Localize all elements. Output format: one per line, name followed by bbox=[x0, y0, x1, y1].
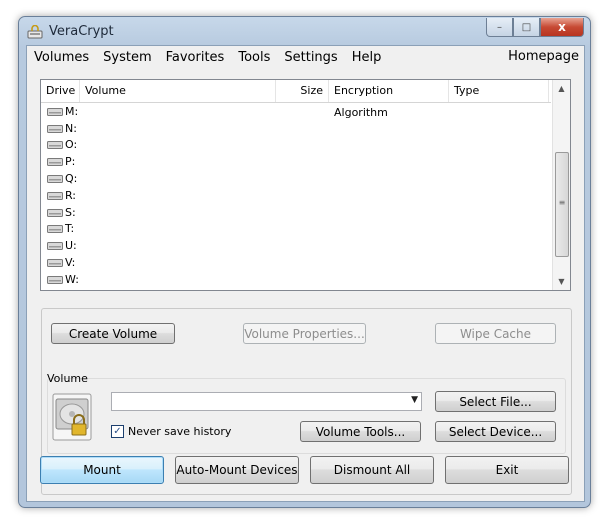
title-bar[interactable]: VeraCrypt – □ x bbox=[19, 17, 590, 45]
table-row[interactable]: O: bbox=[41, 137, 79, 154]
select-file-button[interactable]: Select File... bbox=[435, 391, 556, 412]
menu-tools[interactable]: Tools bbox=[231, 50, 277, 65]
table-row[interactable]: R: bbox=[41, 187, 79, 204]
window-title: VeraCrypt bbox=[49, 24, 114, 39]
chevron-down-icon[interactable]: ▼ bbox=[553, 273, 570, 290]
maximize-icon: □ bbox=[521, 21, 532, 33]
drive-icon bbox=[47, 208, 63, 217]
drive-icon bbox=[47, 275, 63, 284]
minimize-button[interactable]: – bbox=[486, 18, 513, 37]
drive-letter: S: bbox=[65, 205, 76, 219]
volume-group-label: Volume bbox=[47, 372, 88, 385]
never-save-history-option[interactable]: ✓ Never save history bbox=[111, 425, 231, 438]
never-save-history-label: Never save history bbox=[128, 425, 232, 438]
column-size[interactable]: Size bbox=[276, 80, 329, 102]
column-type[interactable]: Type bbox=[449, 80, 549, 102]
drive-letter: W: bbox=[65, 272, 79, 286]
drive-icon bbox=[47, 107, 63, 116]
volume-tools-button[interactable]: Volume Tools... bbox=[300, 421, 421, 442]
main-window: VeraCrypt – □ x Volumes System Favorites… bbox=[18, 16, 591, 508]
drive-icon bbox=[47, 124, 63, 133]
drive-letter: Q: bbox=[65, 172, 78, 186]
select-device-button[interactable]: Select Device... bbox=[435, 421, 556, 442]
scrollbar-thumb[interactable]: ≡ bbox=[555, 152, 569, 257]
veracrypt-app-icon bbox=[27, 25, 43, 39]
client-area: Volumes System Favorites Tools Settings … bbox=[26, 45, 585, 502]
menu-system[interactable]: System bbox=[96, 50, 158, 65]
table-row[interactable]: M: bbox=[41, 103, 79, 120]
drive-letter: U: bbox=[65, 239, 77, 253]
column-drive[interactable]: Drive bbox=[41, 80, 80, 102]
volume-properties-button[interactable]: Volume Properties... bbox=[243, 323, 366, 344]
drive-icon bbox=[47, 158, 63, 167]
close-button[interactable]: x bbox=[540, 18, 584, 37]
menu-settings[interactable]: Settings bbox=[277, 50, 344, 65]
chevron-up-icon[interactable]: ▲ bbox=[553, 80, 570, 97]
volume-frame bbox=[47, 378, 566, 454]
dismount-all-button[interactable]: Dismount All bbox=[310, 456, 434, 484]
drive-icon bbox=[47, 242, 63, 251]
drive-letter: M: bbox=[65, 104, 79, 118]
close-icon: x bbox=[558, 20, 566, 34]
table-row[interactable]: U: bbox=[41, 237, 79, 254]
drive-letter: N: bbox=[65, 121, 77, 135]
exit-button[interactable]: Exit bbox=[445, 456, 569, 484]
menu-homepage[interactable]: Homepage bbox=[508, 49, 579, 64]
drive-letter: V: bbox=[65, 256, 76, 270]
drive-rows: M: N: O: P: Q: R: S: T: U: V: W: bbox=[41, 103, 79, 288]
menu-bar: Volumes System Favorites Tools Settings … bbox=[27, 46, 584, 68]
drive-letter: T: bbox=[65, 222, 75, 236]
drive-letter: R: bbox=[65, 188, 77, 202]
column-volume[interactable]: Volume bbox=[80, 80, 276, 102]
drive-letter: P: bbox=[65, 155, 76, 169]
drive-letter: O: bbox=[65, 138, 78, 152]
table-row[interactable]: W: bbox=[41, 271, 79, 288]
drive-list[interactable]: Drive Volume Size Encryption Algorithm T… bbox=[40, 79, 571, 291]
chevron-down-icon[interactable]: ▼ bbox=[411, 395, 418, 405]
menu-favorites[interactable]: Favorites bbox=[159, 50, 232, 65]
table-row[interactable]: N: bbox=[41, 120, 79, 137]
never-save-history-checkbox[interactable]: ✓ bbox=[111, 425, 124, 438]
table-row[interactable]: S: bbox=[41, 204, 79, 221]
window-controls: – □ x bbox=[486, 18, 584, 37]
table-row[interactable]: T: bbox=[41, 221, 79, 238]
table-row[interactable]: V: bbox=[41, 254, 79, 271]
drive-icon bbox=[47, 259, 63, 268]
drive-icon bbox=[47, 225, 63, 234]
drive-icon bbox=[47, 175, 63, 184]
list-header: Drive Volume Size Encryption Algorithm T… bbox=[41, 80, 551, 119]
drive-icon bbox=[47, 191, 63, 200]
menu-help[interactable]: Help bbox=[345, 50, 389, 65]
menu-volumes[interactable]: Volumes bbox=[27, 50, 96, 65]
table-row[interactable]: Q: bbox=[41, 170, 79, 187]
wipe-cache-button[interactable]: Wipe Cache bbox=[435, 323, 556, 344]
disk-lock-icon bbox=[52, 393, 92, 441]
column-encryption-algorithm[interactable]: Encryption Algorithm bbox=[329, 80, 449, 119]
drive-icon bbox=[47, 141, 63, 150]
minimize-icon: – bbox=[497, 21, 502, 33]
table-row[interactable]: P: bbox=[41, 153, 79, 170]
auto-mount-devices-button[interactable]: Auto-Mount Devices bbox=[175, 456, 299, 484]
volume-path-combo[interactable]: ▼ bbox=[111, 392, 422, 411]
maximize-button[interactable]: □ bbox=[513, 18, 540, 37]
create-volume-button[interactable]: Create Volume bbox=[51, 323, 175, 344]
mount-button[interactable]: Mount bbox=[40, 456, 164, 484]
scrollbar[interactable]: ▲ ≡ ▼ bbox=[552, 80, 570, 290]
